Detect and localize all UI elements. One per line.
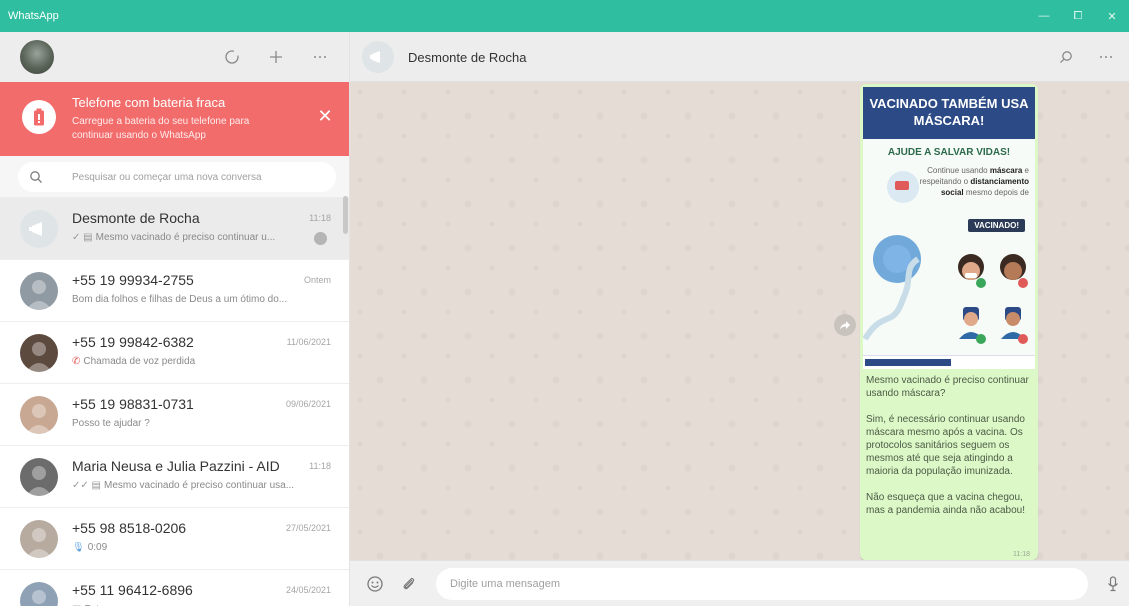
chat-list: Desmonte de Rocha 11:18 ✓ ▤ Mesmo vacinado …	[0, 198, 349, 606]
microphone-icon[interactable]	[1102, 573, 1124, 595]
chat-name: Maria Neusa e Julia Pazzini - AID	[72, 458, 280, 474]
low-battery-alert[interactable]: Telefone com bateria fraca Carregue a ba…	[0, 82, 349, 156]
chat-last-message: Bom dia folhos e filhas de Deus a um óti…	[72, 294, 322, 305]
chat-last-text: Chamada de voz perdida	[83, 356, 196, 367]
menu-icon[interactable]	[1095, 46, 1117, 68]
chat-avatar[interactable]	[20, 210, 58, 248]
chat-avatar[interactable]	[20, 396, 58, 434]
mention-badge-icon	[314, 232, 327, 245]
menu-icon[interactable]	[309, 46, 331, 68]
chat-last-text: Bom dia folhos e filhas de Deus a um óti…	[72, 294, 288, 305]
sidebar: Telefone com bateria fraca Carregue a ba…	[0, 32, 350, 606]
search-input[interactable]	[72, 162, 322, 192]
conversation-header-icons	[1055, 32, 1117, 82]
chat-avatar[interactable]	[20, 334, 58, 372]
chat-time: Ontem	[303, 275, 331, 285]
close-window-button[interactable]: ✕	[1095, 0, 1129, 32]
battery-icon	[22, 100, 56, 134]
chat-item[interactable]: +55 19 99934-2755 Ontem Bom dia folhos e f…	[0, 260, 349, 322]
message-text: Mesmo vacinado é preciso continuar usand…	[866, 375, 1029, 516]
chat-name: +55 11 96412-6896	[72, 582, 193, 598]
my-avatar[interactable]	[20, 40, 54, 74]
sidebar-header	[0, 32, 349, 82]
missed-call-icon: ✆	[72, 356, 81, 367]
alert-title: Telefone com bateria fraca	[72, 95, 226, 110]
poster-illustration	[863, 171, 1028, 344]
contact-avatar[interactable]	[362, 41, 394, 73]
chat-last-text: Posso te ajudar ?	[72, 418, 150, 429]
poster-footer	[863, 355, 1035, 369]
emoji-icon[interactable]	[364, 573, 386, 595]
chat-item[interactable]: +55 19 98831-0731 09/06/2021 Posso te ajud…	[0, 384, 349, 446]
chat-name: Desmonte de Rocha	[72, 210, 200, 226]
chat-last-message: Posso te ajudar ?	[72, 418, 322, 429]
close-icon[interactable]: ✕	[315, 106, 335, 126]
poster-image[interactable]: VACINADO TAMBÉM USA MÁSCARA! AJUDE A SAL…	[863, 87, 1035, 369]
conversation-title[interactable]: Desmonte de Rocha	[408, 50, 527, 65]
search-bar	[0, 156, 349, 198]
chat-time: 09/06/2021	[285, 399, 331, 409]
chat-last-text: 0:09	[87, 542, 108, 553]
chat-last-message: ✆ Chamada de voz perdida	[72, 356, 322, 367]
chat-time: 24/05/2021	[285, 585, 331, 595]
sidebar-header-icons	[221, 32, 331, 82]
chat-avatar[interactable]	[20, 520, 58, 558]
chat-name: +55 19 99934-2755	[72, 272, 194, 288]
attach-icon[interactable]	[398, 573, 420, 595]
status-icon[interactable]	[221, 46, 243, 68]
chat-item[interactable]: Maria Neusa e Julia Pazzini - AID 11:18 ✓✓…	[0, 446, 349, 508]
chat-name: +55 19 99842-6382	[72, 334, 194, 350]
minimize-button[interactable]: —	[1027, 0, 1061, 32]
conversation-header[interactable]: Desmonte de Rocha	[350, 32, 1129, 82]
forward-icon[interactable]	[834, 314, 856, 336]
title-bar: WhatsApp — ⧠ ✕	[0, 0, 1129, 32]
message-bubble[interactable]: VACINADO TAMBÉM USA MÁSCARA! AJUDE A SAL…	[860, 84, 1038, 560]
chat-time: 11/06/2021	[286, 337, 331, 347]
poster-body: AJUDE A SALVAR VIDAS! Continue usando má…	[863, 139, 1035, 369]
message-status-icon: ✓ ▤	[72, 232, 93, 243]
message-status-icon: ✓✓ ▤	[72, 480, 101, 491]
window-controls: — ⧠ ✕	[1027, 0, 1129, 32]
chat-time: 11:18	[309, 461, 331, 471]
message-time: 11:18	[1013, 551, 1030, 558]
chat-avatar[interactable]	[20, 272, 58, 310]
chat-last-text: Mesmo vacinado é preciso continuar usa..…	[103, 480, 295, 491]
alert-text: Carregue a bateria do seu telefone para …	[72, 116, 250, 141]
chat-avatar[interactable]	[20, 458, 58, 496]
chat-name: +55 19 98831-0731	[72, 396, 194, 412]
search-box[interactable]	[18, 162, 336, 192]
chat-last-message: ✓✓ ▤ Mesmo vacinado é preciso continuar u…	[72, 480, 322, 491]
search-icon	[30, 171, 42, 183]
chat-item[interactable]: +55 11 96412-689624/05/2021▤Foto	[0, 570, 349, 606]
chat-avatar[interactable]	[20, 582, 58, 606]
conversation-pane: Desmonte de Rocha VACINADO TAMBÉM USA MÁ…	[350, 32, 1129, 606]
chat-last-message: 🎙 0:09	[72, 542, 322, 553]
chat-time: 27/05/2021	[285, 523, 331, 533]
chat-last-message: ✓ ▤ Mesmo vacinado é preciso continuar u.…	[72, 232, 322, 243]
message-input[interactable]	[436, 568, 1088, 600]
app-title: WhatsApp	[8, 10, 59, 22]
chat-last-text: Mesmo vacinado é preciso continuar u...	[95, 232, 276, 243]
composer	[350, 560, 1129, 606]
chat-time: 11:18	[309, 213, 331, 223]
chat-item[interactable]: +55 19 99842-6382 11/06/2021 ✆ Chamada de v…	[0, 322, 349, 384]
microphone-icon: 🎙	[72, 542, 85, 553]
chat-item[interactable]: Desmonte de Rocha 11:18 ✓ ▤ Mesmo vacinado …	[0, 198, 349, 260]
chat-item[interactable]: +55 98 8518-0206 27/05/2021 🎙 0:09	[0, 508, 349, 570]
search-icon[interactable]	[1055, 46, 1077, 68]
chat-name: +55 98 8518-0206	[72, 520, 187, 536]
scrollbar[interactable]	[343, 196, 348, 234]
new-chat-icon[interactable]	[265, 46, 287, 68]
maximize-button[interactable]: ⧠	[1061, 0, 1095, 32]
poster-headline: VACINADO TAMBÉM USA MÁSCARA!	[863, 87, 1035, 139]
